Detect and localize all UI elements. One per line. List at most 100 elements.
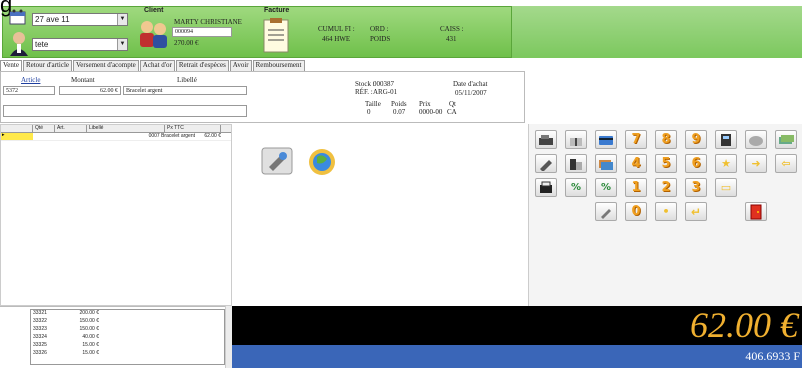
list-item[interactable]: 33322 150.00 €	[33, 318, 224, 326]
date-label: Date d'achat	[453, 80, 488, 88]
chevron-down-icon[interactable]: ▼	[117, 39, 127, 50]
stock-value: 000387	[373, 80, 394, 88]
header-right-panel	[512, 6, 802, 58]
article-label[interactable]: Article	[21, 76, 40, 84]
sale-lines-grid: Qté Art. Libellé Px TTC ▸ 0007 Bracelet …	[0, 124, 232, 306]
history-amount: 150.00 €	[79, 326, 99, 332]
arrow-right-icon[interactable]: ➜	[745, 154, 767, 173]
client-name: MARTY CHRISTIANE	[174, 18, 242, 26]
converted-amount-display: 406.6933 F	[232, 345, 802, 368]
edit-icon[interactable]	[535, 154, 557, 173]
arrow-left-glyph: ⇦	[781, 157, 791, 170]
tab-acompte[interactable]: Versement d'acompte	[73, 60, 139, 71]
ref-value: ARG-01	[373, 88, 398, 96]
table-row[interactable]: ▸ 0007 Bracelet argent 62.00 €	[1, 132, 231, 141]
key-2[interactable]: 2	[655, 178, 677, 197]
prix-value: 0000-00	[419, 108, 443, 116]
arrow-glyph: ➜	[751, 157, 761, 170]
grid-col-prix[interactable]: Px TTC	[165, 125, 221, 132]
clients-icon[interactable]	[136, 16, 170, 50]
history-id: 33321	[33, 310, 47, 316]
grid-header: Qté Art. Libellé Px TTC	[1, 125, 231, 133]
key-5[interactable]: 5	[655, 154, 677, 173]
globe-icon[interactable]	[305, 147, 339, 177]
row-libelle: 0007 Bracelet argent	[148, 133, 195, 139]
key-9[interactable]: 9	[685, 130, 707, 149]
article-input[interactable]: 5372	[3, 86, 55, 95]
comment-input[interactable]	[3, 105, 247, 117]
tab-achat-or[interactable]: Achat d'or	[139, 60, 175, 71]
history-id: 33323	[33, 326, 47, 332]
list-item[interactable]: 33326 15.00 €	[33, 350, 224, 358]
card-icon[interactable]	[595, 130, 617, 149]
ca-label: Qt	[449, 100, 456, 108]
poids-value: 0.07	[393, 108, 406, 116]
key-4[interactable]: 4	[625, 154, 647, 173]
key-7[interactable]: 7	[625, 130, 647, 149]
cash-register-icon[interactable]	[535, 130, 557, 149]
bag-icon[interactable]	[745, 130, 767, 149]
client-amount: 270.00 €	[174, 39, 199, 47]
tab-vente[interactable]: Vente	[0, 60, 22, 71]
tab-avoir[interactable]: Avoir	[229, 60, 252, 71]
enter-icon[interactable]: ↵	[685, 202, 707, 221]
caisse-line2: 431	[446, 35, 457, 43]
row-indicator: ▸	[1, 132, 33, 140]
decimal-icon[interactable]: •	[655, 202, 677, 221]
invoice-icon[interactable]	[260, 18, 292, 54]
grid-col-art[interactable]: Art.	[55, 125, 87, 132]
history-list: 33321 200.00 € 33322 150.00 € 33323 150.00 …	[30, 309, 225, 365]
taille-label: Taille	[365, 100, 381, 108]
list-item[interactable]: 33324 40.00 €	[33, 334, 224, 342]
list-item[interactable]: 33323 150.00 €	[33, 326, 224, 334]
calendar-icon[interactable]	[8, 9, 28, 25]
grid-col-select[interactable]	[1, 125, 33, 132]
ord-line2: POIDS	[370, 35, 391, 43]
client-label: Client	[144, 7, 164, 14]
history-scrollbar[interactable]	[225, 306, 232, 368]
calculator-icon[interactable]	[715, 130, 737, 149]
wrench-key-icon[interactable]	[595, 202, 617, 221]
tab-retour[interactable]: Retour d'article	[22, 60, 73, 71]
percent-discount-icon[interactable]: %	[565, 178, 587, 197]
key-1[interactable]: 1	[625, 178, 647, 197]
history-amount: 200.00 €	[79, 310, 99, 316]
libelle-input[interactable]: Bracelet argent	[123, 86, 247, 95]
operation-tabs: Vente Retour d'article Versement d'acomp…	[0, 60, 306, 71]
montant-input[interactable]: 62.00 €	[59, 86, 121, 95]
cards-icon[interactable]	[595, 154, 617, 173]
key-3[interactable]: 3	[685, 178, 707, 197]
percent-line-icon[interactable]: %	[595, 178, 617, 197]
tab-remboursement[interactable]: Remboursement	[252, 60, 305, 71]
gift-icon[interactable]	[565, 130, 587, 149]
row-prix: 62.00 €	[204, 133, 221, 139]
header: g 27 ave 11 ▼ tete ▼ Client MARTY CHRIST…	[0, 0, 802, 58]
phone-icon[interactable]	[565, 154, 587, 173]
client-code-field[interactable]: 000094	[172, 27, 232, 37]
chevron-down-icon[interactable]: ▼	[117, 14, 127, 25]
clear-icon[interactable]: ▭	[715, 178, 737, 197]
star-glyph: ★	[721, 157, 731, 170]
printer-icon[interactable]	[535, 178, 557, 197]
user-combo[interactable]: tete ▼	[32, 38, 128, 51]
key-0[interactable]: 0	[625, 202, 647, 221]
key-6[interactable]: 6	[685, 154, 707, 173]
wrench-icon[interactable]	[261, 147, 293, 175]
history-id: 33322	[33, 318, 47, 324]
history-amount: 40.00 €	[82, 334, 99, 340]
store-combo[interactable]: 27 ave 11 ▼	[32, 13, 128, 26]
list-item[interactable]: 33321 200.00 €	[33, 310, 224, 318]
libelle-label: Libellé	[177, 76, 197, 84]
list-item[interactable]: 33325 15.00 €	[33, 342, 224, 350]
star-icon[interactable]: ★	[715, 154, 737, 173]
tab-retrait[interactable]: Retrait d'espèces	[175, 60, 229, 71]
grid-col-qte[interactable]: Qté	[33, 125, 55, 132]
grid-col-libelle[interactable]: Libellé	[87, 125, 165, 132]
key-8[interactable]: 8	[655, 130, 677, 149]
money-icon[interactable]	[775, 130, 797, 149]
history-id: 33326	[33, 350, 47, 356]
arrow-left-icon[interactable]: ⇦	[775, 154, 797, 173]
exit-door-icon[interactable]	[745, 202, 767, 221]
row-pointer-icon: ▸	[2, 132, 5, 138]
store-combo-value: 27 ave 11	[35, 15, 70, 24]
